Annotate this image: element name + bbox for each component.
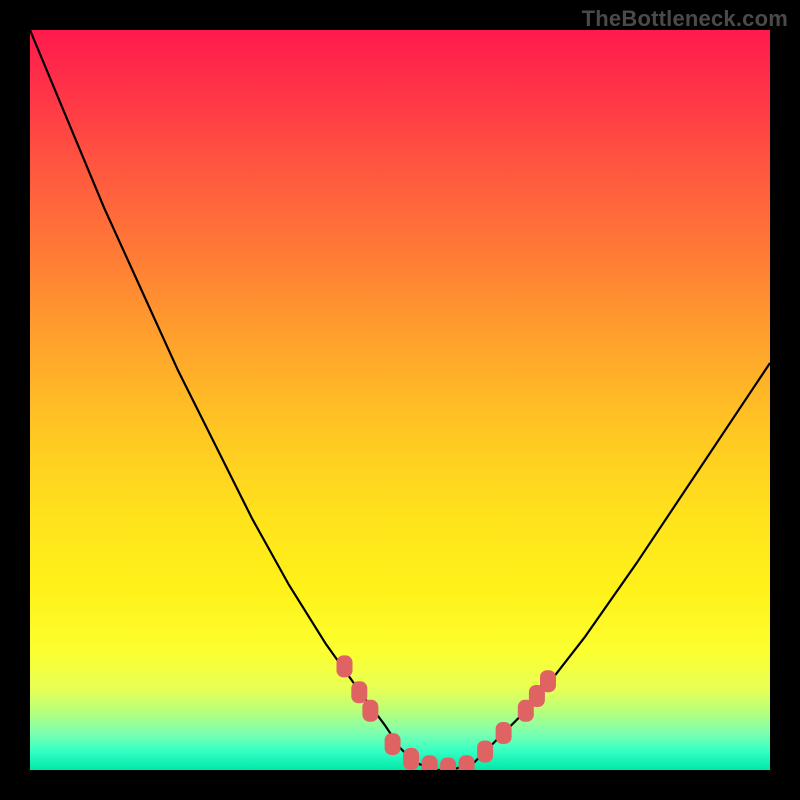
curve-marker xyxy=(540,670,556,692)
curve-marker xyxy=(337,655,353,677)
bottleneck-curve xyxy=(30,30,770,770)
curve-marker xyxy=(403,748,419,770)
curve-marker xyxy=(422,755,438,770)
curve-layer xyxy=(30,30,770,770)
plot-area xyxy=(30,30,770,770)
curve-marker xyxy=(440,758,456,770)
curve-marker xyxy=(362,700,378,722)
curve-marker xyxy=(477,741,493,763)
watermark-text: TheBottleneck.com xyxy=(582,6,788,32)
curve-marker xyxy=(496,722,512,744)
curve-marker xyxy=(351,681,367,703)
chart-frame: TheBottleneck.com xyxy=(0,0,800,800)
curve-markers xyxy=(337,655,557,770)
curve-marker xyxy=(385,733,401,755)
curve-marker xyxy=(459,755,475,770)
